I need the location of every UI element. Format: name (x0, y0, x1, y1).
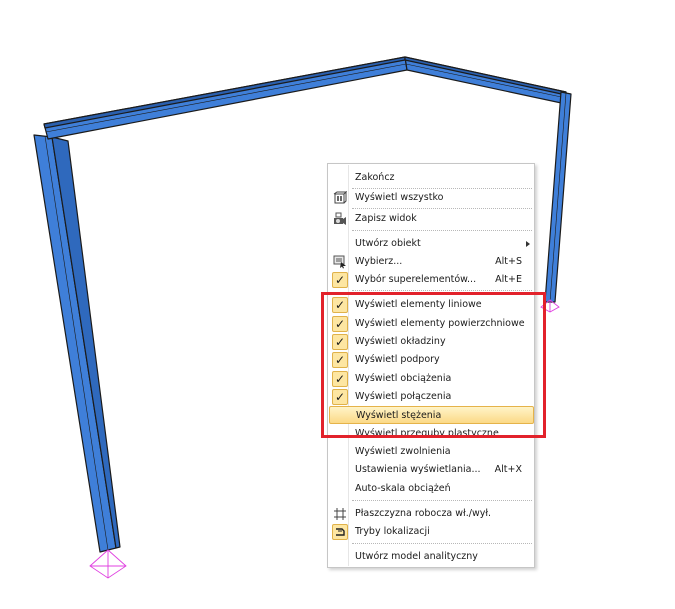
menu-label: Wyświetl wszystko (355, 192, 444, 203)
menu-separator (352, 543, 532, 544)
menu-label: Utwórz obiekt (355, 238, 421, 249)
menu-item-create-object[interactable]: Utwórz obiekt (329, 235, 534, 253)
right-rafter-top (404, 56, 567, 96)
menu-shortcut: Alt+X (494, 464, 522, 475)
menu-item-show-releases[interactable]: Wyświetl zwolnienia (329, 443, 534, 461)
menu-separator (352, 230, 532, 231)
checkmark-icon: ✓ (332, 272, 348, 288)
menu-label: Tryby lokalizacji (355, 526, 430, 537)
menu-item-work-plane-toggle[interactable]: Płaszczyzna robocza wł./wył. (329, 505, 534, 523)
menu-label: Zapisz widok (355, 213, 417, 224)
menu-item-exit[interactable]: Zakończ (329, 169, 534, 187)
menu-label: Wybór superelementów... (355, 274, 477, 285)
menu-shortcut: Alt+S (495, 256, 522, 267)
grid-plane-icon (332, 506, 348, 522)
menu-item-create-analytical-model[interactable]: Utwórz model analityczny (329, 548, 534, 566)
menu-label: Wybierz... (355, 256, 403, 267)
menu-label: Wyświetl zwolnienia (355, 446, 451, 457)
menu-item-display-settings[interactable]: Ustawienia wyświetlania... Alt+X (329, 461, 534, 479)
menu-label: Auto-skala obciążeń (355, 483, 451, 494)
left-column-flange (51, 136, 121, 549)
left-rafter-top (43, 56, 406, 129)
menu-separator (352, 208, 532, 209)
menu-label: Ustawienia wyświetlania... (355, 464, 481, 475)
menu-item-auto-scale-loads[interactable]: Auto-skala obciążeń (329, 480, 534, 498)
menu-separator (352, 500, 532, 501)
menu-item-superelements[interactable]: ✓ Wybór superelementów... Alt+E (329, 271, 534, 289)
menu-label: Płaszczyzna robocza wł./wył. (355, 508, 492, 519)
submenu-arrow-icon (526, 241, 530, 247)
select-icon (332, 254, 348, 270)
locate-mode-icon (332, 524, 348, 540)
left-support[interactable] (89, 549, 127, 579)
menu-separator (352, 290, 532, 291)
view-all-icon (332, 190, 348, 206)
menu-item-save-view[interactable]: Zapisz widok (329, 210, 534, 228)
menu-label: Utwórz model analityczny (355, 551, 478, 562)
highlight-annotation-box (321, 292, 546, 438)
menu-item-view-all[interactable]: Wyświetl wszystko (329, 189, 534, 207)
camera-icon (332, 211, 348, 227)
menu-item-select[interactable]: Wybierz... Alt+S (329, 253, 534, 271)
menu-label: Zakończ (355, 172, 395, 183)
menu-item-locate-modes[interactable]: Tryby lokalizacji (329, 523, 534, 541)
menu-shortcut: Alt+E (495, 274, 522, 285)
